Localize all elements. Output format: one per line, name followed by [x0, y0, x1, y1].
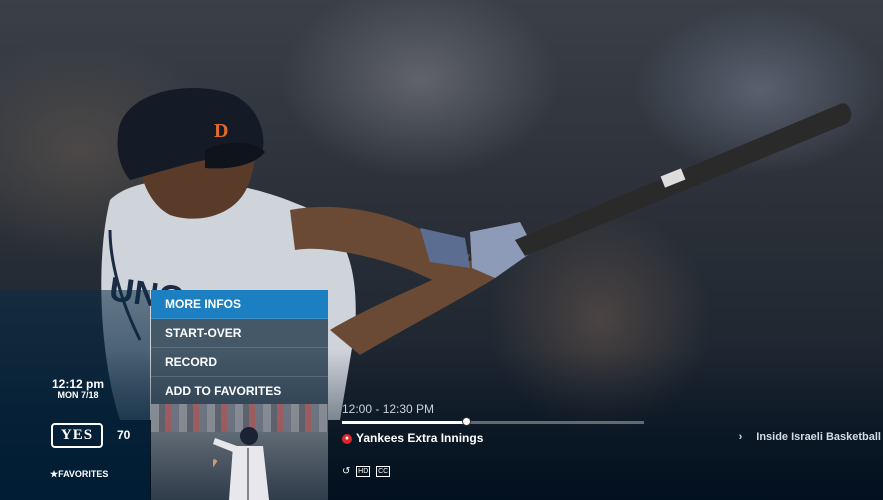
channel-logo[interactable]: YES	[51, 423, 103, 448]
progress-fill	[342, 421, 466, 424]
tv-guide-screen: D UNG 12:12 pm MON 7/18 YES 70 ★FAVORITE…	[0, 0, 883, 500]
star-icon: ★	[50, 469, 59, 479]
next-program-title: Inside Israeli Basketball	[756, 431, 881, 443]
channel-number: 70	[117, 428, 131, 442]
progress-bar	[342, 417, 644, 426]
thumbnail-batter	[213, 427, 269, 500]
program-info: 12:00 - 12:30 PM ● Yankees Extra Innings …	[330, 400, 883, 500]
favorites-button[interactable]: ★FAVORITES	[50, 469, 108, 480]
menu-item-record[interactable]: RECORD	[151, 348, 328, 377]
menu-item-start-over[interactable]: START-OVER	[151, 319, 328, 348]
next-program[interactable]: › Inside Israeli Basketball	[739, 431, 881, 443]
program-time-slot: 12:00 - 12:30 PM	[342, 402, 435, 416]
clock-date: MON 7/18	[57, 390, 99, 400]
hd-icon: HD	[356, 466, 371, 477]
restart-icon: ↺	[342, 466, 351, 478]
clock-time: 12:12 pm	[51, 377, 105, 391]
favorites-label: FAVORITES	[58, 469, 109, 479]
program-flags: ↺ HD CC	[342, 466, 393, 477]
program-title: Yankees Extra Innings	[356, 431, 484, 445]
menu-item-more-infos[interactable]: MORE INFOS	[151, 290, 328, 319]
menu-item-add-to-favorites[interactable]: ADD TO FAVORITES	[151, 377, 328, 406]
chevron-right-icon: ›	[738, 431, 743, 443]
record-icon: ●	[342, 433, 352, 444]
options-menu: MORE INFOS START-OVER RECORD ADD TO FAVO…	[151, 290, 328, 406]
program-thumbnail[interactable]	[151, 404, 328, 500]
current-program[interactable]: ● Yankees Extra Innings	[342, 431, 483, 445]
svg-text:D: D	[214, 120, 228, 142]
progress-knob[interactable]	[461, 417, 471, 426]
cc-icon: CC	[376, 466, 391, 477]
